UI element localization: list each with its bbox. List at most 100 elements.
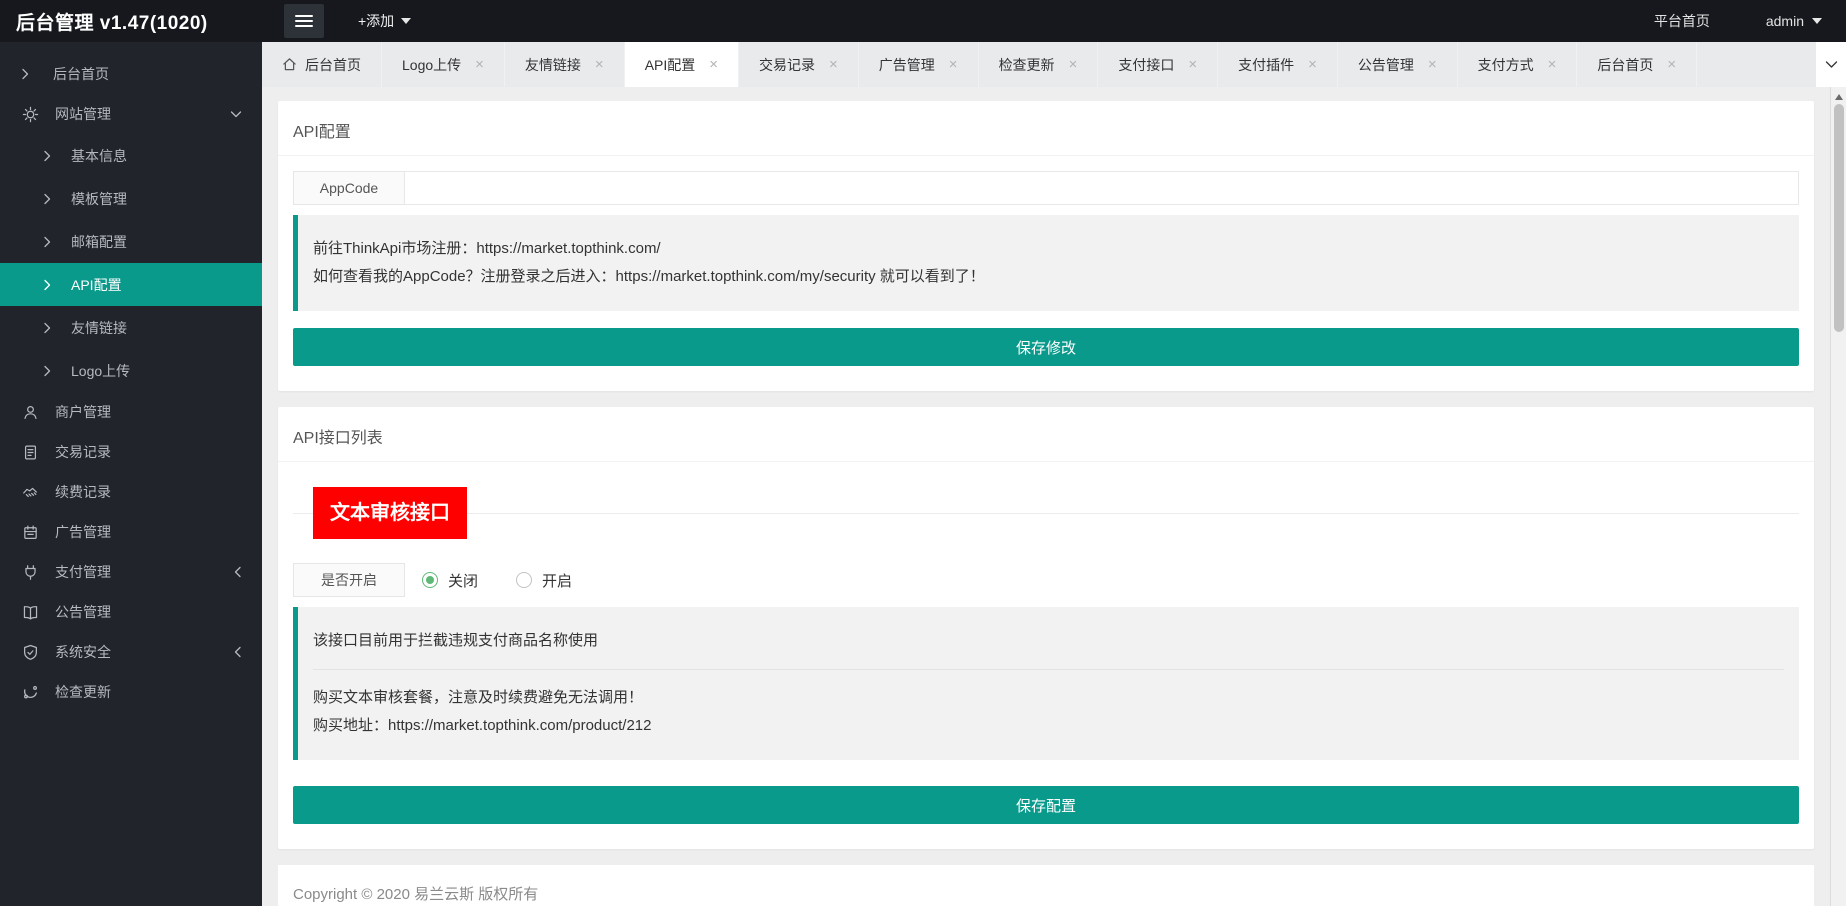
scroll-up-icon[interactable] [1835,94,1843,100]
api-config-card: API配置 AppCode 前往ThinkApi市场注册：https://mar… [278,101,1814,391]
scrollbar-thumb[interactable] [1834,104,1844,332]
appcode-help-box: 前往ThinkApi市场注册：https://market.topthink.c… [293,215,1799,311]
chevron-down-icon [1812,18,1822,24]
tab-transaction-records[interactable]: 交易记录 × [739,42,859,87]
chevron-right-icon [43,150,53,162]
close-icon[interactable]: × [1188,57,1197,72]
platform-home-link[interactable]: 平台首页 [1654,11,1710,31]
close-icon[interactable]: × [1548,57,1557,72]
tab-payment-api[interactable]: 支付接口 × [1098,42,1218,87]
help-line: 购买地址：https://market.topthink.com/product… [313,712,1784,740]
appcode-row: AppCode [293,171,1799,205]
tab-bar: 后台首页 Logo上传 × 友情链接 × API配置 × 交易记录 × 广告管理… [262,42,1846,87]
tab-announcement-management[interactable]: 公告管理 × [1338,42,1458,87]
radio-option-closed[interactable]: 关闭 [422,570,478,591]
close-icon[interactable]: × [829,57,838,72]
sidebar-item-mail-config[interactable]: 邮箱配置 [0,220,262,263]
user-icon [21,403,39,421]
chevron-down-icon [230,94,242,134]
tab-check-update[interactable]: 检查更新 × [979,42,1099,87]
close-icon[interactable]: × [1069,57,1078,72]
chevron-left-icon [234,632,242,672]
sidebar-item-merchant-management[interactable]: 商户管理 [0,392,262,432]
main-content: API配置 AppCode 前往ThinkApi市场注册：https://mar… [262,87,1830,906]
tab-ad-management[interactable]: 广告管理 × [859,42,979,87]
topbar-right: 平台首页 admin [1654,11,1846,31]
sidebar-item-ad-management[interactable]: 广告管理 [0,512,262,552]
sidebar-item-dashboard[interactable]: 后台首页 [0,54,262,94]
sidebar-toggle-button[interactable] [284,4,324,38]
user-menu[interactable]: admin [1766,13,1822,29]
tab-home[interactable]: 后台首页 [262,42,382,87]
radio-option-open[interactable]: 开启 [516,570,572,591]
divider [313,669,1784,670]
card-title: API配置 [278,101,1814,156]
sidebar-item-system-security[interactable]: 系统安全 [0,632,262,672]
add-tab-button[interactable]: +添加 [358,11,411,31]
top-header: 后台管理 v1.47(1020) +添加 平台首页 admin [0,0,1846,42]
api-list-card: API接口列表 文本审核接口 是否开启 关闭 开启 [278,407,1814,849]
handshake-icon [21,483,39,501]
enable-toggle-label: 是否开启 [293,563,405,597]
ad-calendar-icon [21,523,39,541]
chevron-left-icon [234,552,242,592]
chevron-down-icon [1825,56,1838,74]
tab-list-dropdown-button[interactable] [1816,42,1846,87]
sidebar-item-renewal-records[interactable]: 续费记录 [0,472,262,512]
close-icon[interactable]: × [595,57,604,72]
sidebar-item-logo-upload[interactable]: Logo上传 [0,349,262,392]
save-config-button[interactable]: 保存配置 [293,786,1799,824]
copyright-text: Copyright © 2020 易兰云斯 版权所有 [293,886,538,903]
chevron-down-icon [401,18,411,24]
section-legend: 文本审核接口 [293,487,1799,539]
sidebar-item-api-config[interactable]: API配置 [0,263,262,306]
radio-selected-icon[interactable] [422,572,438,588]
help-line: 购买文本审核套餐，注意及时续费避免无法调用！ [313,684,1784,712]
sidebar-item-basic-info[interactable]: 基本信息 [0,134,262,177]
book-icon [21,603,39,621]
enable-toggle-row: 是否开启 关闭 开启 [293,563,1799,597]
enable-radio-group: 关闭 开启 [405,563,572,597]
plug-icon [21,563,39,581]
tab-logo-upload[interactable]: Logo上传 × [382,42,505,87]
chevron-right-icon [21,68,31,80]
chevron-right-icon [43,279,53,291]
close-icon[interactable]: × [1667,57,1676,72]
save-changes-button[interactable]: 保存修改 [293,328,1799,366]
help-line: 如何查看我的AppCode？注册登录之后进入：https://market.to… [313,263,1784,291]
hamburger-icon [295,14,313,28]
card-title: API接口列表 [278,407,1814,462]
tab-payment-method[interactable]: 支付方式 × [1458,42,1578,87]
tab-payment-plugin[interactable]: 支付插件 × [1218,42,1338,87]
close-icon[interactable]: × [475,57,484,72]
sidebar-item-template-management[interactable]: 模板管理 [0,177,262,220]
text-review-help-box: 该接口目前用于拦截违规支付商品名称使用 购买文本审核套餐，注意及时续费避免无法调… [293,607,1799,760]
close-icon[interactable]: × [1308,57,1317,72]
help-line: 前往ThinkApi市场注册：https://market.topthink.c… [313,235,1784,263]
sidebar-item-payment-management[interactable]: 支付管理 [0,552,262,592]
close-icon[interactable]: × [1428,57,1437,72]
app-title: 后台管理 v1.47(1020) [0,8,262,35]
chevron-right-icon [43,193,53,205]
sidebar-item-transaction-records[interactable]: 交易记录 [0,432,262,472]
admin-app: 后台管理 v1.47(1020) +添加 平台首页 admin [0,0,1846,906]
vertical-scrollbar[interactable] [1830,87,1846,906]
radio-unselected-icon[interactable] [516,572,532,588]
tab-api-config[interactable]: API配置 × [625,42,739,87]
appcode-input[interactable] [404,171,1799,205]
document-icon [21,443,39,461]
tab-friend-links[interactable]: 友情链接 × [505,42,625,87]
sidebar-item-site-management[interactable]: 网站管理 [0,94,262,134]
close-icon[interactable]: × [949,57,958,72]
sidebar-item-friend-links[interactable]: 友情链接 [0,306,262,349]
sidebar: 后台首页 网站管理 基本信息 模板管理 [0,42,262,906]
home-icon [282,57,297,72]
sidebar-item-check-update[interactable]: 检查更新 [0,672,262,712]
tab-home-2[interactable]: 后台首页 × [1577,42,1697,87]
username: admin [1766,13,1804,29]
close-icon[interactable]: × [709,57,718,72]
copyright-footer: Copyright © 2020 易兰云斯 版权所有 [278,865,1814,906]
gear-icon [21,105,39,123]
chevron-right-icon [43,365,53,377]
sidebar-item-announcement-management[interactable]: 公告管理 [0,592,262,632]
